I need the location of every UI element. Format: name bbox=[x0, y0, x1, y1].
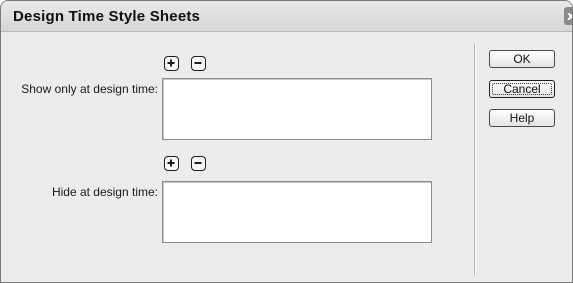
dialog-content: Show only at design time: Hide at design… bbox=[1, 32, 572, 282]
remove-show-stylesheet-button[interactable] bbox=[191, 56, 206, 71]
hide-at-design-time-label: Hide at design time: bbox=[51, 185, 158, 199]
hide-at-design-time-list[interactable] bbox=[162, 181, 432, 243]
remove-hide-stylesheet-button[interactable] bbox=[191, 156, 206, 171]
cancel-button-label: Cancel bbox=[503, 82, 541, 96]
add-hide-stylesheet-button[interactable] bbox=[164, 156, 179, 171]
dialog-title: Design Time Style Sheets bbox=[13, 8, 201, 25]
title-bar[interactable]: Design Time Style Sheets x bbox=[1, 1, 572, 32]
minus-icon bbox=[194, 62, 202, 64]
plus-icon bbox=[167, 159, 175, 167]
help-button[interactable]: Help bbox=[489, 109, 555, 127]
vertical-divider bbox=[474, 43, 475, 275]
show-at-design-time-label: Show only at design time: bbox=[21, 82, 158, 96]
minus-icon bbox=[194, 162, 202, 164]
close-icon[interactable]: x bbox=[564, 7, 572, 25]
show-at-design-time-list[interactable] bbox=[162, 78, 432, 140]
cancel-button[interactable]: Cancel bbox=[489, 80, 555, 98]
ok-button[interactable]: OK bbox=[489, 50, 555, 68]
design-time-style-sheets-dialog: Design Time Style Sheets x Show only at … bbox=[0, 0, 573, 283]
plus-icon bbox=[167, 59, 175, 67]
add-show-stylesheet-button[interactable] bbox=[164, 56, 179, 71]
